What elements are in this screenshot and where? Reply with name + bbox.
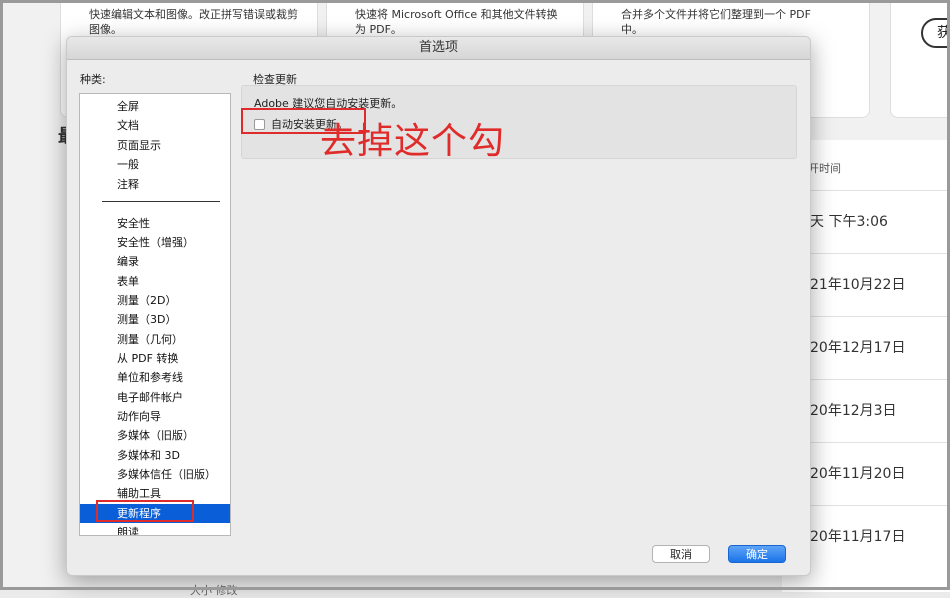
category-item-security-enhanced[interactable]: 安全性（增强） xyxy=(80,233,230,252)
category-item-units-guides[interactable]: 单位和参考线 xyxy=(80,368,230,387)
category-item-action-wizard[interactable]: 动作向导 xyxy=(80,407,230,426)
tool-card-desc: 合并多个文件并将它们整理到一个 PDF 中。 xyxy=(621,8,811,36)
category-item-measuring-geo[interactable]: 测量（几何） xyxy=(80,330,230,349)
cancel-button[interactable]: 取消 xyxy=(652,545,710,563)
dialog-title: 首选项 xyxy=(67,37,810,60)
category-item-multimedia-3d[interactable]: 多媒体和 3D xyxy=(80,446,230,465)
category-item-convert-from-pdf[interactable]: 从 PDF 转换 xyxy=(80,349,230,368)
category-item-multimedia-legacy[interactable]: 多媒体（旧版） xyxy=(80,426,230,445)
preferences-dialog: 首选项 种类: 全屏 文档 页面显示 一般 注释 安全性 安全性（增强） 编录 … xyxy=(66,36,811,576)
category-item-documents[interactable]: 文档 xyxy=(80,116,230,135)
bottom-column-header: 大小 修改 xyxy=(190,584,238,597)
category-item-email-accounts[interactable]: 电子邮件帐户 xyxy=(80,388,230,407)
category-item-read-out-loud[interactable]: 朗读 xyxy=(80,523,230,535)
category-item-page-display[interactable]: 页面显示 xyxy=(80,136,230,155)
category-item-general[interactable]: 一般 xyxy=(80,155,230,174)
recent-column-header: 开时间 xyxy=(808,162,841,175)
category-item-catalog[interactable]: 编录 xyxy=(80,252,230,271)
category-item-multimedia-trust[interactable]: 多媒体信任（旧版） xyxy=(80,465,230,484)
annotation-text: 去掉这个勾 xyxy=(320,121,506,162)
category-item-commenting[interactable]: 注释 xyxy=(80,175,230,194)
category-item-measuring-2d[interactable]: 测量（2D） xyxy=(80,291,230,310)
get-button[interactable]: 获 xyxy=(921,18,950,48)
category-item-measuring-3d[interactable]: 测量（3D） xyxy=(80,310,230,329)
category-list[interactable]: 全屏 文档 页面显示 一般 注释 安全性 安全性（增强） 编录 表单 测量（2D… xyxy=(79,93,231,536)
tool-card-desc: 快速编辑文本和图像。改正拼写错误或裁剪图像。 xyxy=(89,8,298,36)
category-item-forms[interactable]: 表单 xyxy=(80,272,230,291)
tool-card-desc: 快速将 Microsoft Office 和其他文件转换为 PDF。 xyxy=(355,8,558,36)
category-label: 种类: xyxy=(80,73,106,86)
category-item-fullscreen[interactable]: 全屏 xyxy=(80,97,230,116)
category-separator xyxy=(102,201,220,202)
annotation-box-updater xyxy=(96,500,194,522)
ok-button[interactable]: 确定 xyxy=(728,545,786,563)
category-item-security[interactable]: 安全性 xyxy=(80,214,230,233)
